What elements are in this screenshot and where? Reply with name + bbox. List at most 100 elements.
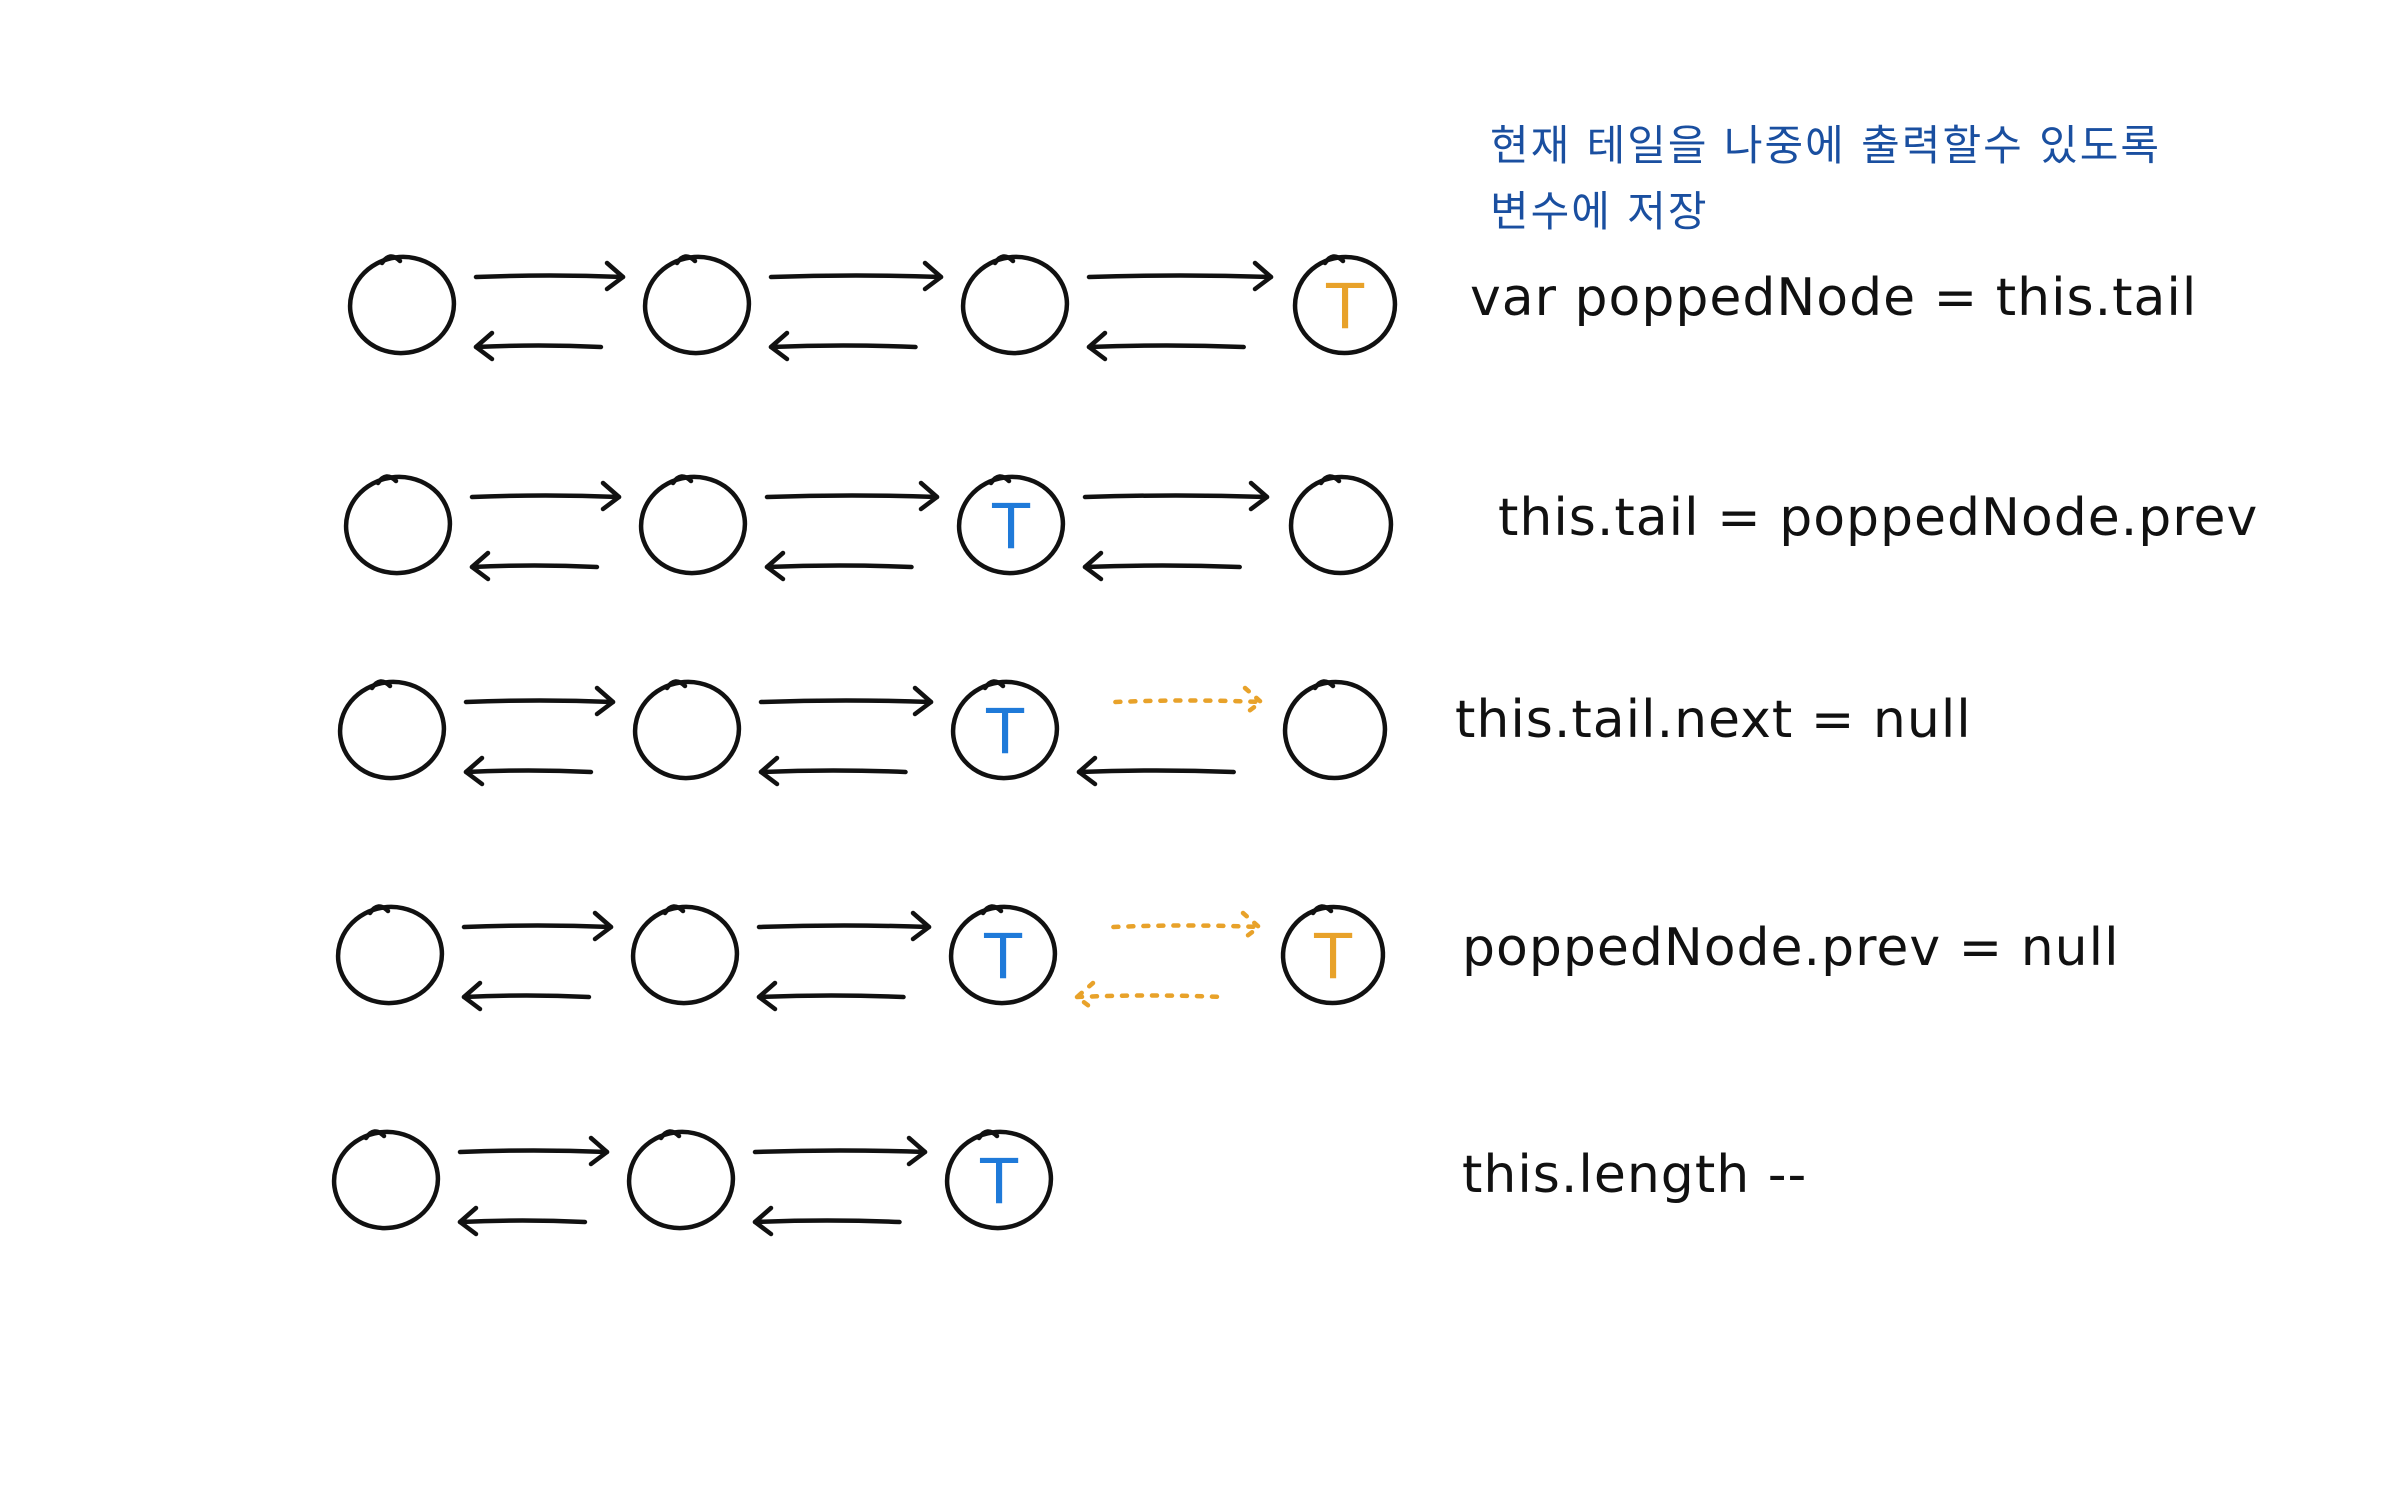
- list-node: T: [944, 1129, 1054, 1231]
- prev-arrow: [469, 550, 600, 582]
- list-node: [632, 679, 742, 781]
- step-4-code: poppedNode.prev = null: [1462, 918, 2120, 978]
- next-arrow-shaft: [1086, 273, 1274, 280]
- list-node: T: [948, 904, 1058, 1006]
- next-arrow: [457, 1135, 610, 1167]
- next-arrow: [756, 910, 932, 942]
- prev-arrow-shaft: [463, 768, 594, 775]
- node-circle: [337, 679, 447, 781]
- next-arrow: [461, 910, 614, 942]
- node-circle: [1282, 679, 1388, 781]
- step-2-code: this.tail = poppedNode.prev: [1498, 488, 2259, 548]
- prev-arrow-shaft: [758, 768, 908, 775]
- node-circle: [343, 474, 453, 576]
- prev-arrow-shaft: [469, 563, 600, 570]
- prev-arrow: [457, 1205, 588, 1237]
- step-5-code: this.length --: [1462, 1145, 1808, 1205]
- prev-arrow-shaft: [1086, 343, 1246, 350]
- prev-arrow: [1074, 980, 1225, 1012]
- linked-list-pop-diagram: TTTTTT 현재 테일을 나중에 출력할수 있도록 변수에 저장 var po…: [0, 0, 2386, 1491]
- prev-arrow: [1082, 550, 1242, 582]
- node-circle: [632, 679, 742, 781]
- list-node: [626, 1129, 736, 1231]
- next-arrow: [1111, 910, 1262, 942]
- node-circle: [960, 254, 1070, 356]
- tail-label-current: T: [991, 491, 1031, 564]
- row-step-1: T: [347, 254, 1398, 362]
- prev-arrow-shaft: [1076, 768, 1236, 775]
- node-circle: [638, 474, 748, 576]
- node-circle: [331, 1129, 441, 1231]
- prev-arrow-shaft: [1082, 563, 1242, 570]
- list-node: T: [1292, 254, 1398, 356]
- list-node: T: [950, 679, 1060, 781]
- next-arrow: [764, 480, 940, 512]
- prev-arrow: [768, 330, 918, 362]
- node-circle: [630, 904, 740, 1006]
- diagram-drawing: TTTT TT: [331, 254, 1398, 1237]
- prev-arrow: [1076, 755, 1236, 787]
- prev-arrow-shaft: [457, 1218, 588, 1225]
- next-arrow: [752, 1135, 928, 1167]
- node-circle: [1288, 474, 1394, 576]
- prev-arrow: [1086, 330, 1246, 362]
- note-line-2: 변수에 저장: [1490, 187, 1709, 236]
- prev-arrow-shaft: [752, 1218, 902, 1225]
- next-arrow-shaft: [758, 698, 934, 705]
- row-step-2: T: [343, 474, 1394, 582]
- next-arrow-shaft: [473, 273, 626, 280]
- prev-arrow-shaft: [756, 993, 906, 1000]
- next-arrow-shaft: [1113, 698, 1264, 705]
- next-arrow: [1086, 260, 1274, 292]
- list-node: [337, 679, 447, 781]
- list-node: [638, 474, 748, 576]
- next-arrow-shaft: [463, 698, 616, 705]
- row-step-5: T: [331, 1129, 1054, 1237]
- list-node: [331, 1129, 441, 1231]
- list-node: T: [1280, 904, 1386, 1006]
- prev-arrow-shaft: [1074, 993, 1225, 1000]
- tail-label-current: T: [985, 696, 1025, 769]
- next-arrow-shaft: [756, 923, 932, 930]
- next-arrow: [473, 260, 626, 292]
- step-1-code: var poppedNode = this.tail: [1470, 268, 2198, 328]
- tail-label-current: T: [979, 1146, 1019, 1219]
- prev-arrow: [756, 980, 906, 1012]
- list-node: [347, 254, 457, 356]
- tail-label-popped: T: [1313, 921, 1353, 994]
- prev-arrow-shaft: [461, 993, 592, 1000]
- next-arrow: [1113, 685, 1264, 717]
- row-step-4: TT: [335, 904, 1386, 1012]
- next-arrow-shaft: [768, 273, 944, 280]
- node-circle: [335, 904, 445, 1006]
- node-circle: [626, 1129, 736, 1231]
- prev-arrow-shaft: [764, 563, 914, 570]
- prev-arrow-shaft: [768, 343, 918, 350]
- next-arrow-shaft: [461, 923, 614, 930]
- prev-arrow: [758, 755, 908, 787]
- tail-label-popped: T: [1325, 271, 1365, 344]
- list-node: [343, 474, 453, 576]
- prev-arrow: [764, 550, 914, 582]
- list-node: [642, 254, 752, 356]
- next-arrow: [469, 480, 622, 512]
- next-arrow: [758, 685, 934, 717]
- list-node: T: [956, 474, 1066, 576]
- prev-arrow: [463, 755, 594, 787]
- prev-arrow: [473, 330, 604, 362]
- node-circle: [347, 254, 457, 356]
- list-node: [1282, 679, 1388, 781]
- tail-label-current: T: [983, 921, 1023, 994]
- list-node: [960, 254, 1070, 356]
- node-circle: [642, 254, 752, 356]
- next-arrow-shaft: [1111, 923, 1262, 930]
- list-node: [630, 904, 740, 1006]
- step-3-code: this.tail.next = null: [1455, 690, 1972, 750]
- next-arrow-shaft: [1082, 493, 1270, 500]
- list-node: [1288, 474, 1394, 576]
- next-arrow-shaft: [457, 1148, 610, 1155]
- next-arrow-shaft: [752, 1148, 928, 1155]
- next-arrow: [463, 685, 616, 717]
- prev-arrow: [461, 980, 592, 1012]
- list-node: [335, 904, 445, 1006]
